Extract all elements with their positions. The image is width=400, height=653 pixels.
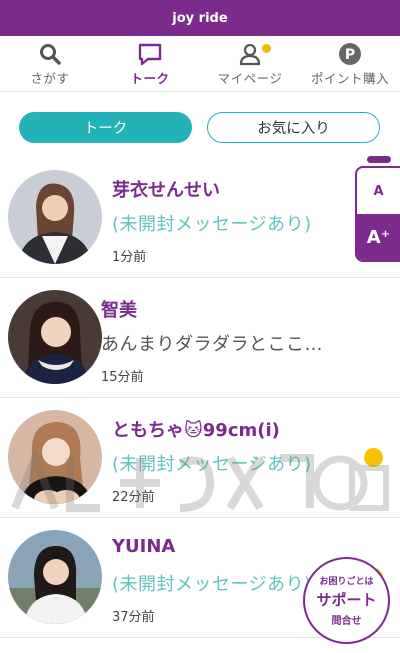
nav-label: マイページ	[217, 70, 283, 86]
support-subtitle: 問合せ	[331, 616, 362, 627]
message-time: 15分前	[101, 370, 144, 385]
conversation-row[interactable]: 智美 あんまりダラダラとここ… 15分前	[0, 278, 400, 398]
nav-item-points[interactable]: P ポイント購入	[300, 36, 400, 91]
font-size-large-button[interactable]: A⁺	[357, 214, 400, 260]
search-icon	[36, 41, 64, 67]
notification-badge	[262, 44, 271, 53]
conversation-row[interactable]: ともちゃ🐱99cm(i) (未開封メッセージあり) 22分前	[0, 398, 400, 518]
message-preview: あんまりダラダラとここ…	[101, 334, 323, 355]
nav-label: トーク	[130, 70, 170, 86]
nav-label: さがす	[30, 70, 70, 86]
font-panel-handle[interactable]	[367, 156, 391, 163]
message-preview: (未開封メッセージあり)	[112, 454, 312, 475]
contact-name: YUINA	[112, 536, 176, 557]
contact-name: 智美	[101, 300, 137, 321]
conversation-row[interactable]: 芽衣せんせい (未開封メッセージあり) 1分前	[0, 158, 400, 278]
avatar[interactable]	[8, 410, 102, 504]
support-caption: お困りごとは	[319, 577, 374, 587]
talk-tabs: トーク お気に入り	[0, 104, 400, 150]
support-title: サポート	[316, 591, 377, 609]
unread-indicator	[364, 448, 383, 467]
avatar[interactable]	[8, 170, 102, 264]
app-title-bar: joy ride	[0, 0, 400, 36]
nav-item-talk[interactable]: トーク	[100, 36, 200, 91]
user-icon	[236, 41, 264, 67]
message-time: 22分前	[112, 490, 155, 505]
font-size-small-button[interactable]: A	[357, 168, 400, 214]
nav-label: ポイント購入	[310, 70, 389, 86]
message-preview: (未開封メッセージあり)	[112, 214, 312, 235]
app-title: joy ride	[172, 10, 228, 26]
font-size-panel: A A⁺	[355, 166, 400, 262]
point-icon: P	[336, 41, 364, 67]
support-button[interactable]: お困りごとは サポート 問合せ	[303, 557, 390, 644]
message-time: 1分前	[112, 250, 147, 265]
tab-favorites[interactable]: お気に入り	[207, 112, 380, 143]
nav-item-mypage[interactable]: マイページ	[200, 36, 300, 91]
svg-text:P: P	[345, 47, 355, 63]
message-time: 37分前	[112, 610, 155, 625]
avatar[interactable]	[8, 530, 102, 624]
nav-item-search[interactable]: さがす	[0, 36, 100, 91]
tab-talk[interactable]: トーク	[19, 112, 192, 143]
main-nav: さがす トーク マイページ P ポイント購入	[0, 36, 400, 92]
contact-name: ともちゃ🐱99cm(i)	[112, 420, 280, 441]
avatar[interactable]	[8, 290, 102, 384]
contact-name: 芽衣せんせい	[112, 180, 220, 201]
chat-icon	[136, 41, 164, 67]
message-preview: (未開封メッセージあり)	[112, 574, 312, 595]
